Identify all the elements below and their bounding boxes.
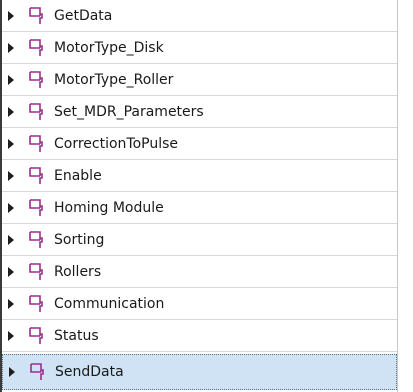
program-block-icon [29,38,43,56]
program-block-icon [29,230,43,248]
tree-item-label: SendData [55,364,124,380]
tree-item-label: Set_MDR_Parameters [54,103,204,120]
tree-item-getdata[interactable]: GetData [2,0,397,32]
program-block-icon [29,166,43,184]
program-block-icon [29,102,43,120]
tree-item-enable[interactable]: Enable [2,160,397,192]
tree-item-label: Rollers [54,263,102,280]
expand-arrow-icon[interactable] [8,106,14,117]
program-block-icon [30,363,44,380]
program-block-icon [29,326,43,344]
expand-arrow-icon[interactable] [8,202,14,213]
tree-item-sorting[interactable]: Sorting [2,224,397,256]
tree-item-label: Enable [54,167,102,184]
expand-arrow-icon[interactable] [8,42,14,53]
expand-arrow-icon[interactable] [8,138,14,149]
tree-item-rollers[interactable]: Rollers [2,256,397,288]
expand-arrow-icon[interactable] [8,330,14,341]
tree-right-border [397,0,398,392]
program-block-icon [29,70,43,88]
expand-arrow-icon[interactable] [9,367,15,377]
expand-arrow-icon[interactable] [8,170,14,181]
program-block-icon [29,262,43,280]
expand-arrow-icon[interactable] [8,10,14,21]
expand-arrow-icon[interactable] [8,74,14,85]
tree-item-label: Sorting [54,231,105,248]
tree-item-label: GetData [54,7,113,24]
tree-item-senddata[interactable]: SendData [2,354,397,390]
tree-item-status[interactable]: Status [2,320,397,352]
tree-item-label: Communication [54,295,165,312]
expand-arrow-icon[interactable] [8,298,14,309]
program-block-icon [29,6,43,24]
tree-item-label: Homing Module [54,199,164,216]
tree-item-label: CorrectionToPulse [54,135,179,152]
program-block-icon [29,294,43,312]
tree-item-communication[interactable]: Communication [2,288,397,320]
tree-item-motortype-roller[interactable]: MotorType_Roller [2,64,397,96]
tree-item-label: MotorType_Roller [54,71,174,88]
expand-arrow-icon[interactable] [8,266,14,277]
tree-item-label: MotorType_Disk [54,39,164,56]
tree-item-label: Status [54,327,99,344]
tree-item-motortype-disk[interactable]: MotorType_Disk [2,32,397,64]
tree-item-homing-module[interactable]: Homing Module [2,192,397,224]
program-block-icon [29,134,43,152]
program-block-icon [29,198,43,216]
tree-item-correctiontopulse[interactable]: CorrectionToPulse [2,128,397,160]
tree-item-set-mdr-parameters[interactable]: Set_MDR_Parameters [2,96,397,128]
block-tree: GetData MotorType_Disk MotorType_Roller … [0,0,413,392]
expand-arrow-icon[interactable] [8,234,14,245]
